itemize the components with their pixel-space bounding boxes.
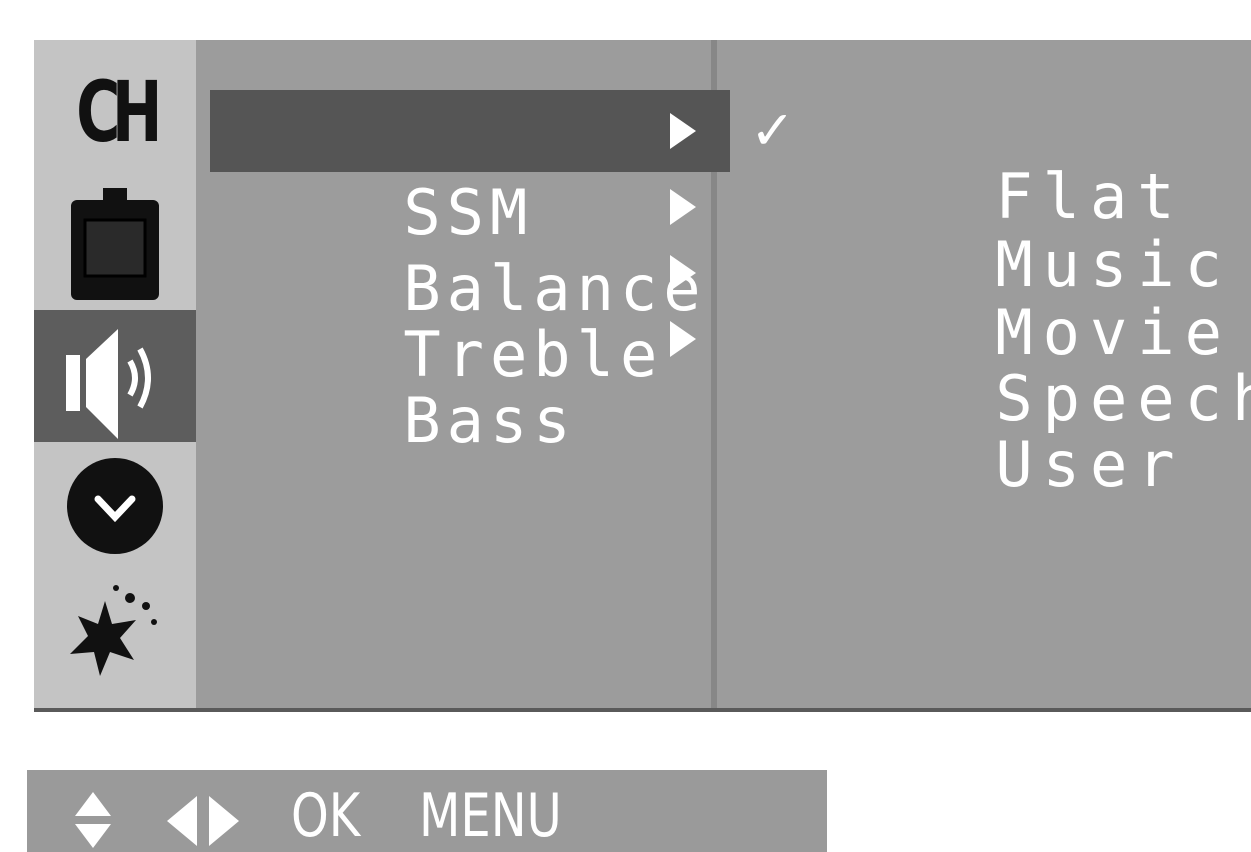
- option-label: User: [995, 428, 1185, 501]
- special-icon: [70, 585, 157, 676]
- submenu-arrow-icon: [670, 255, 696, 291]
- submenu-arrow-icon: [670, 189, 696, 225]
- sound-category[interactable]: [34, 310, 196, 442]
- ch-icon: CH: [76, 63, 162, 161]
- clock-icon: [67, 458, 163, 554]
- checkmark-icon: ✓: [750, 99, 796, 162]
- osd-menu-panel: CH SSM Balance Treble Bass ✓ Flat Music …: [34, 40, 1251, 712]
- speaker-icon: [66, 329, 151, 439]
- time-category[interactable]: [34, 440, 196, 572]
- special-category[interactable]: [34, 570, 196, 702]
- menu-item-bass[interactable]: Bass: [210, 298, 730, 457]
- menu-item-ssm[interactable]: SSM: [210, 90, 730, 249]
- menu-label: MENU: [419, 781, 562, 851]
- ssm-option-user[interactable]: User: [806, 366, 1185, 564]
- ok-label: OK: [291, 781, 361, 851]
- channel-category[interactable]: CH: [34, 46, 196, 178]
- submenu-arrow-icon: [670, 321, 696, 357]
- menu-item-label: Bass: [403, 384, 577, 457]
- up-down-arrow-icon: [75, 792, 111, 848]
- picture-category[interactable]: [34, 180, 196, 312]
- tv-icon: [71, 188, 159, 300]
- left-right-arrow-icon: [167, 796, 239, 846]
- navigation-help-bar: OK MENU: [27, 770, 827, 852]
- menu-category-strip: CH: [34, 40, 196, 708]
- submenu-arrow-icon: [670, 113, 696, 149]
